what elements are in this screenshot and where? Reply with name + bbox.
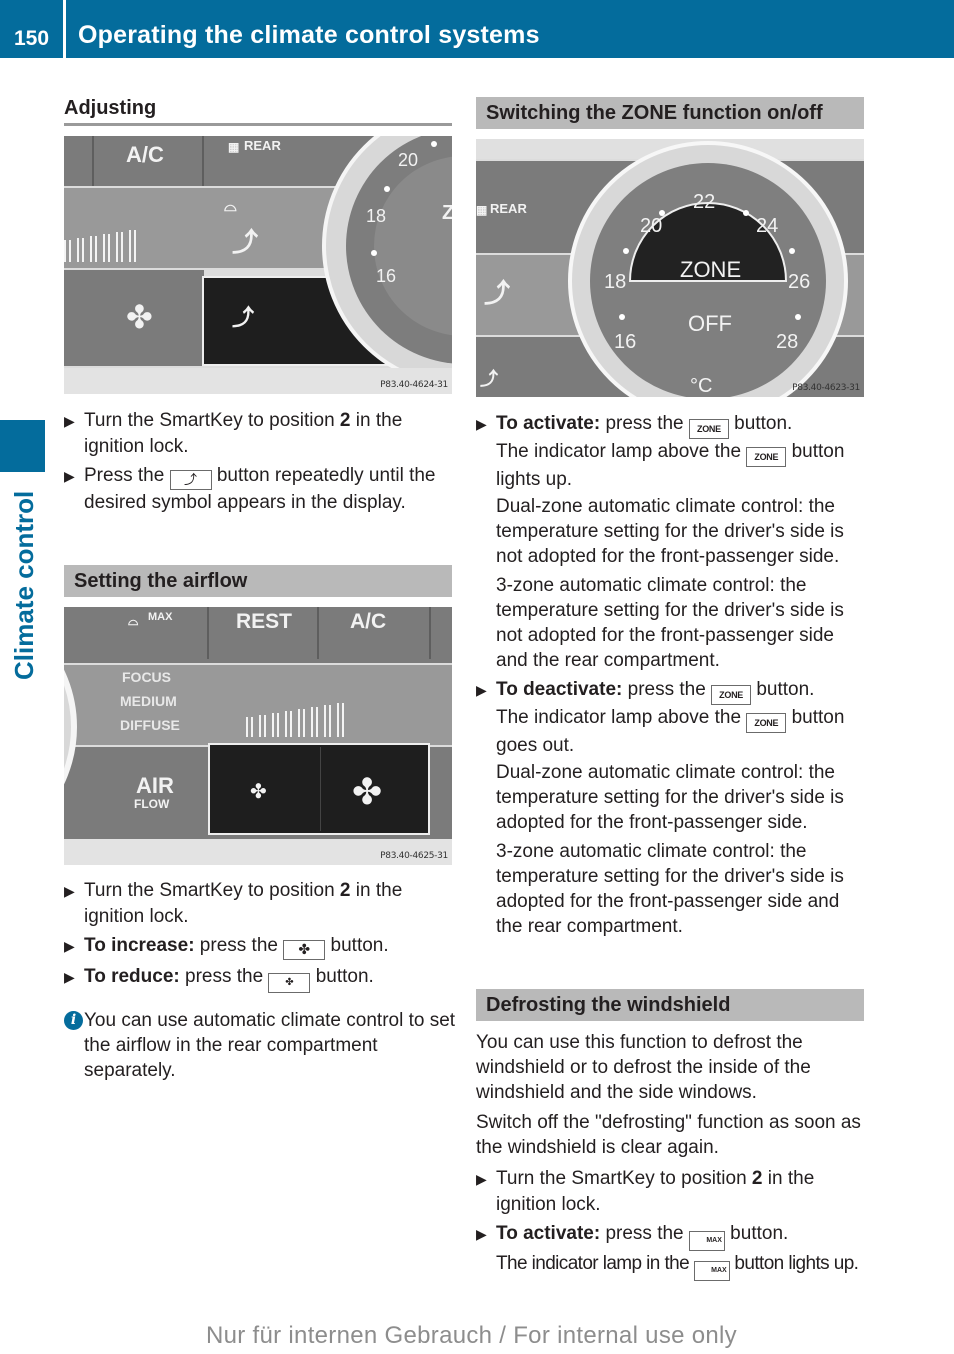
zone-key-icon: ZONE	[711, 685, 752, 705]
zone-activate-dual-text: Dual-zone automatic climate control: the…	[496, 496, 844, 567]
step-item: ▶ Turn the SmartKey to position 2 in the…	[64, 880, 403, 927]
step-arrow-icon: ▶	[476, 1171, 487, 1187]
ac-label: A/C	[350, 610, 387, 633]
fan-small-icon: ✤	[268, 973, 311, 993]
section-heading-defrost: Defrosting the windshield	[476, 989, 864, 1021]
dial-temp-label: 20	[398, 150, 419, 170]
zone-key-icon: ZONE	[688, 419, 729, 439]
temperature-dial	[322, 136, 452, 386]
air-label: AIR	[136, 773, 174, 798]
step-item: ▶ Press the ⤴ button repeatedly until th…	[64, 465, 436, 513]
header-divider	[63, 0, 66, 58]
step-item: ▶ Turn the SmartKey to position 2 in the…	[64, 410, 403, 457]
zone-deactivate-dual-text: Dual-zone automatic climate control: the…	[496, 762, 844, 833]
zone-key-icon: ZONE	[746, 447, 787, 467]
step-arrow-icon: ▶	[64, 883, 75, 899]
step-item: ▶ To activate: press the MAX button. The…	[476, 1221, 870, 1281]
diffuse-label: DIFFUSE	[120, 717, 180, 733]
fan-large-icon: ✤	[352, 771, 383, 812]
section-heading-zone: Switching the ZONE function on/off	[476, 97, 864, 129]
dial-temp-label: 24	[756, 215, 779, 237]
section-heading-adjusting: Adjusting	[64, 97, 157, 119]
rest-label: REST	[236, 610, 293, 633]
airflow-mode-icon: ⤴	[480, 369, 498, 389]
airflow-level-bars	[246, 703, 344, 737]
step-item: ▶ Turn the SmartKey to position 2 in the…	[476, 1168, 815, 1215]
page-number: 150	[14, 27, 50, 50]
windshield-icon: ⌓	[224, 198, 237, 215]
step-arrow-icon: ▶	[476, 416, 487, 432]
heading-rule	[64, 123, 452, 126]
defrost-max-icon: ⌓	[128, 613, 139, 628]
off-label: OFF	[688, 311, 732, 336]
dial-temp-label: 16	[376, 266, 397, 286]
step-arrow-icon: ▶	[64, 468, 75, 484]
dial-zone-partial: Z	[442, 202, 452, 224]
dial-temp-label: 26	[788, 271, 811, 293]
dial-temp-label: 22	[693, 191, 716, 213]
airflow-seat-icon: ⤴	[484, 278, 511, 308]
info-icon: i	[64, 1011, 83, 1030]
airflow-mode-icon: ⤴	[232, 305, 255, 330]
rear-label: REAR	[490, 201, 527, 216]
chapter-tab-label: Climate control	[9, 490, 39, 680]
ac-label: A/C	[126, 142, 164, 167]
fan-small-icon: ✤	[250, 781, 267, 803]
airflow-seat-icon: ⤴	[232, 227, 259, 257]
chapter-tab-marker	[0, 420, 45, 472]
step-item: ▶ To reduce: press the ✤ button.	[64, 964, 454, 993]
focus-label: FOCUS	[122, 669, 171, 685]
panel-fan-buttons	[208, 743, 430, 835]
dial-temp-label: 18	[604, 271, 627, 293]
defrost-note-text: Switch off the "defrosting" function as …	[476, 1112, 861, 1158]
rear-label: REAR	[244, 138, 281, 153]
airflow-level-bars	[64, 230, 136, 262]
defrost-max-icon: MAX	[693, 1261, 730, 1281]
zone-dial-button: ZONE	[680, 257, 742, 282]
dial-temp-label: 28	[776, 331, 799, 353]
defrost-max-icon: MAX	[688, 1231, 725, 1251]
info-note: i You can use automatic climate control …	[64, 1008, 456, 1083]
step-item: ▶ To increase: press the ✤ button.	[64, 933, 454, 960]
zone-deactivate-three-text: 3-zone automatic climate control: the te…	[496, 841, 844, 937]
step-arrow-icon: ▶	[64, 969, 75, 985]
page-header: 150 Operating the climate control system…	[0, 0, 954, 58]
figure-code: P83.40-4624-31	[380, 380, 448, 390]
figure-airflow-panel: ⌓ MAX REST A/C FOCUS MEDIUM DIFFUSE AIR …	[64, 607, 452, 865]
rear-defrost-icon: ▦	[228, 140, 240, 154]
zone-key-icon: ZONE	[746, 713, 787, 733]
defrost-intro-text: You can use this function to defrost the…	[476, 1032, 811, 1103]
step-arrow-icon: ▶	[64, 413, 75, 429]
section-heading-airflow: Setting the airflow	[64, 565, 452, 597]
step-arrow-icon: ▶	[476, 682, 487, 698]
dial-edge	[64, 669, 77, 785]
celsius-label: °C	[690, 375, 713, 397]
max-label: MAX	[148, 611, 173, 623]
footer-watermark: Nur für internen Gebrauch / For internal…	[206, 1322, 737, 1349]
flow-label: FLOW	[134, 797, 170, 811]
dial-temp-label: 20	[640, 215, 663, 237]
fan-icon: ✤	[126, 299, 153, 335]
rear-defrost-icon: ▦	[476, 203, 488, 217]
airflow-distribution-icon: ⤴	[169, 470, 212, 490]
step-arrow-icon: ▶	[64, 938, 75, 954]
fan-large-icon: ✤	[283, 940, 326, 960]
figure-adjusting-panel: A/C ▦ REAR ⌓ ⤴ ✤ ⤴ 20 18 16 Z P83.40-462…	[64, 136, 452, 394]
dial-temp-label: 16	[614, 331, 637, 353]
medium-label: MEDIUM	[120, 693, 177, 709]
figure-code: P83.40-4625-31	[380, 851, 448, 861]
figure-zone-panel: ▦ REAR ⤴ ⤴ 22 20 24 18 26 16 28 ZONE OFF…	[476, 139, 864, 397]
page-title: Operating the climate control systems	[78, 21, 540, 49]
step-item: ▶ To activate: press the ZONE button. Th…	[476, 413, 845, 490]
dial-temp-label: 18	[366, 206, 387, 226]
step-arrow-icon: ▶	[476, 1226, 487, 1242]
figure-code: P83.40-4623-31	[792, 383, 860, 393]
step-item: ▶ To deactivate: press the ZONE button. …	[476, 679, 845, 756]
zone-activate-three-text: 3-zone automatic climate control: the te…	[496, 575, 844, 671]
